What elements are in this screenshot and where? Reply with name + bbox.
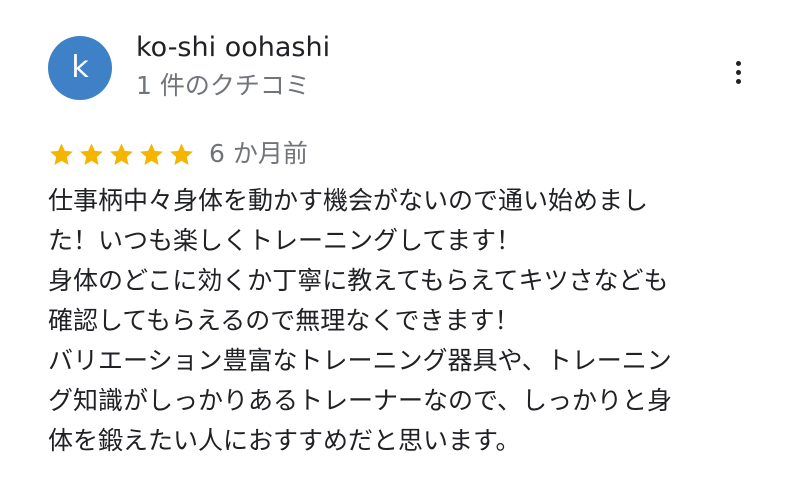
review-count: 1 件のクチコミ [136, 71, 310, 100]
more-vert-icon [735, 69, 741, 75]
review-line: 仕事柄中々身体を動かす機会がないので通い始めまし [48, 186, 649, 215]
review-line: 体を鍛えたい人におすすめだと思います。 [48, 426, 521, 455]
review-card: k ko-shi oohashi 1 件のクチコミ 6 か月前 仕事柄中々身体を… [0, 0, 804, 502]
star-icon [170, 142, 193, 165]
avatar-initial: k [71, 50, 89, 85]
star-icon [50, 142, 73, 165]
more-vert-icon [735, 60, 741, 66]
review-text: 仕事柄中々身体を動かす機会がないので通い始めまし た！いつも楽しくトレーニングして… [48, 181, 768, 461]
more-options-button[interactable] [720, 52, 756, 92]
review-date: 6 か月前 [209, 139, 308, 168]
review-line: バリエーション豊富なトレーニング器具や、トレーニン [48, 346, 672, 375]
review-line: 身体のどこに効くか丁寧に教えてもらえてキツさなども [48, 266, 669, 295]
star-icon [140, 142, 163, 165]
more-vert-icon [735, 78, 741, 84]
avatar[interactable]: k [48, 36, 112, 100]
author-name[interactable]: ko-shi oohashi [136, 31, 330, 65]
star-rating [48, 141, 195, 168]
review-line: 確認してもらえるので無理なくできます！ [48, 306, 520, 335]
review-line: た！いつも楽しくトレーニングしてます！ [48, 226, 522, 255]
star-icon [80, 142, 103, 165]
star-icon [110, 142, 133, 165]
review-line: グ知識がしっかりあるトレーナーなので、しっかりと身 [48, 386, 673, 415]
rating-row: 6 か月前 [48, 138, 308, 170]
